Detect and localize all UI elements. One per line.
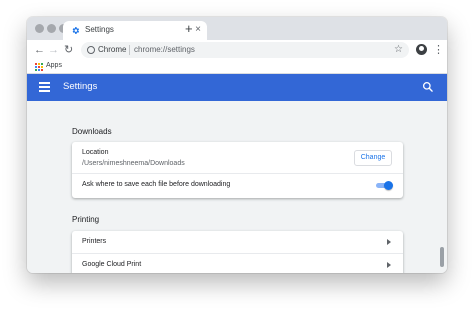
ask-location-label: Ask where to save each file before downl… [82,181,231,188]
apps-grid-dot [38,66,40,68]
scrollbar-thumb[interactable] [440,247,444,267]
tab-title: Settings [85,25,114,34]
ask-location-row[interactable]: Ask where to save each file before downl… [72,174,403,198]
apps-grid-dot [41,69,43,71]
settings-content: Downloads Location /Users/nimeshneema/Do… [27,101,447,273]
printers-label: Printers [82,238,107,245]
location-row: Location /Users/nimeshneema/Downloads Ch… [72,142,403,173]
search-icon[interactable] [421,80,435,94]
forward-icon[interactable]: → [48,43,59,57]
gear-icon [72,27,80,34]
browser-window: Settings × + ← → ↻ Chrome chrome://setti… [27,17,447,273]
google-cloud-print-label: Google Cloud Print [82,261,142,268]
toggle-knob [384,181,393,190]
profile-avatar-icon[interactable] [416,44,427,55]
printers-row[interactable]: Printers [72,231,403,253]
apps-grid-dot [38,69,40,71]
google-cloud-print-row[interactable]: Google Cloud Print [72,254,403,273]
tab-close-icon[interactable]: × [195,23,201,37]
downloads-card: Location /Users/nimeshneema/Downloads Ch… [72,142,403,198]
new-tab-button[interactable]: + [185,22,193,36]
settings-header: Settings [27,74,447,101]
downloads-section-title: Downloads [72,127,112,136]
title-bar: Settings × + [27,17,447,40]
page-title: Settings [63,81,98,92]
address-divider [129,45,130,55]
apps-grid-dot [41,63,43,65]
apps-grid-dot [35,66,37,68]
url-text[interactable]: chrome://settings [134,45,195,54]
change-button[interactable]: Change [354,150,392,166]
printing-section-title: Printing [72,215,100,224]
apps-grid-icon[interactable] [35,63,43,71]
ask-location-toggle[interactable] [376,181,393,190]
apps-grid-dot [38,63,40,65]
toolbar: ← → ↻ Chrome chrome://settings ☆ ⋮ [27,40,447,60]
apps-bookmark[interactable]: Apps [46,62,62,69]
address-bar[interactable]: Chrome chrome://settings ☆ [81,42,409,58]
apps-grid-dot [35,69,37,71]
bookmarks-bar: Apps [27,60,447,74]
chrome-site-icon [87,46,95,54]
arrow-right-icon [387,239,391,245]
apps-grid-dot [41,66,43,68]
bookmark-star-icon[interactable]: ☆ [394,43,403,57]
arrow-right-icon [387,262,391,268]
printing-card: Printers Google Cloud Print [72,231,403,273]
location-path: /Users/nimeshneema/Downloads [82,160,185,167]
location-label: Location [82,149,109,156]
hamburger-menu-icon[interactable] [39,82,50,92]
apps-grid-dot [35,63,37,65]
close-window-button[interactable] [35,24,44,33]
back-icon[interactable]: ← [34,43,45,57]
menu-kebab-icon[interactable]: ⋮ [433,43,444,57]
site-chip-label: Chrome [98,45,127,54]
reload-icon[interactable]: ↻ [64,43,73,57]
minimize-window-button[interactable] [47,24,56,33]
